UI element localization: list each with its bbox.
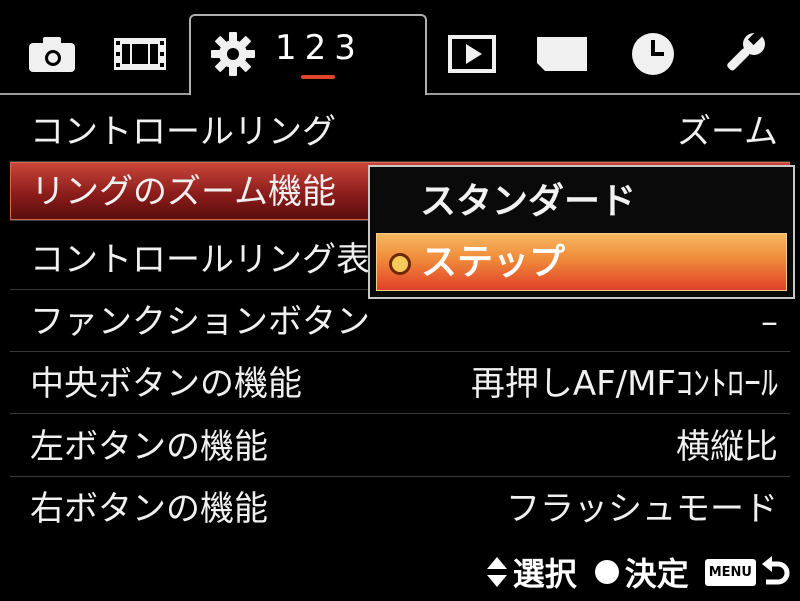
center-button-icon (594, 560, 619, 584)
page-numbers: 123 (275, 28, 364, 68)
menu-item-label: 右ボタンの機能 (30, 489, 268, 529)
back-hint: MENU (704, 556, 790, 588)
active-page-indicator (301, 75, 335, 79)
return-arrow-icon (762, 556, 790, 585)
menu-badge: MENU (704, 558, 756, 586)
menu-item-label: コントロールリング (30, 112, 336, 152)
tab-clock[interactable] (625, 30, 681, 78)
menu-item-value: フラッシュモード (506, 489, 778, 529)
row-divider (10, 413, 790, 414)
popup-option-label: スタンダード (420, 181, 637, 222)
select-hint: 選択 (485, 549, 577, 595)
tab-movie[interactable] (112, 30, 168, 78)
clock-icon (632, 33, 674, 75)
menu-item-left-button[interactable]: 左ボタンの機能 横縦比 (10, 418, 790, 476)
popup-option-step[interactable]: ステップ (376, 233, 787, 291)
tab-memory-card[interactable] (534, 30, 590, 78)
menu-item-right-button[interactable]: 右ボタンの機能 フラッシュモード (10, 480, 790, 538)
row-divider (10, 351, 790, 352)
camera-icon (29, 37, 75, 72)
wrench-icon (727, 31, 765, 71)
memory-card-icon (537, 37, 587, 71)
select-label: 選択 (512, 555, 577, 593)
menu-item-value: – (761, 302, 778, 342)
tab-setup[interactable] (716, 30, 772, 78)
menu-item-control-ring[interactable]: コントロールリング ズーム (10, 103, 790, 161)
confirm-label: 決定 (624, 555, 689, 593)
menu-item-label: リングのズーム機能 (31, 172, 336, 212)
film-icon (114, 38, 166, 70)
tab-bar: 123 (0, 0, 800, 95)
menu-item-value: 横縦比 (676, 427, 778, 467)
menu-item-value: ズーム (677, 112, 778, 152)
menu-item-label: ファンクションボタン (30, 302, 370, 342)
menu-item-label: 中央ボタンの機能 (30, 364, 302, 404)
menu-item-function-button[interactable]: ファンクションボタン – (10, 293, 790, 351)
menu-item-label: 左ボタンの機能 (30, 427, 268, 467)
menu-item-label: コントロールリング表示 (30, 240, 404, 280)
tab-camera[interactable] (24, 30, 80, 78)
confirm-hint: 決定 (593, 549, 689, 595)
gear-icon (211, 32, 255, 76)
zoom-function-popup: スタンダード ステップ (368, 165, 795, 299)
playback-icon (448, 35, 496, 73)
menu-item-value: 再押しAF/MFｺﾝﾄﾛｰﾙ (470, 364, 778, 404)
menu-item-center-button[interactable]: 中央ボタンの機能 再押しAF/MFｺﾝﾄﾛｰﾙ (10, 355, 790, 413)
button-guide: 選択 決定 MENU (485, 548, 790, 596)
tab-settings-icon-wrap (205, 30, 261, 78)
up-down-arrow-icon (486, 557, 507, 587)
row-divider (10, 476, 790, 477)
tab-playback[interactable] (444, 30, 500, 78)
popup-option-label: ステップ (421, 242, 566, 283)
selected-radio-icon (389, 253, 411, 275)
popup-option-standard[interactable]: スタンダード (376, 173, 787, 231)
